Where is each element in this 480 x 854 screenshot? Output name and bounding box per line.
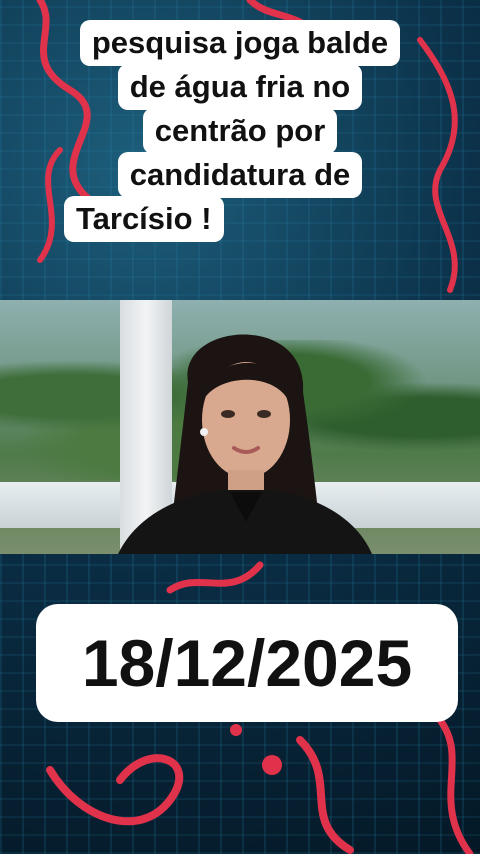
video-frame[interactable] — [0, 300, 480, 554]
headline-caption: pesquisa joga balde de água fria no cent… — [0, 20, 480, 242]
headline-line: candidatura de — [117, 152, 363, 198]
headline-line: pesquisa joga balde — [79, 20, 401, 66]
presenter-image — [118, 334, 372, 554]
headline-line: centrão por — [142, 108, 338, 154]
headline-line: de água fria no — [117, 64, 363, 110]
date-caption: 18/12/2025 — [36, 604, 458, 722]
headline-line: Tarcísio ! — [64, 196, 224, 242]
